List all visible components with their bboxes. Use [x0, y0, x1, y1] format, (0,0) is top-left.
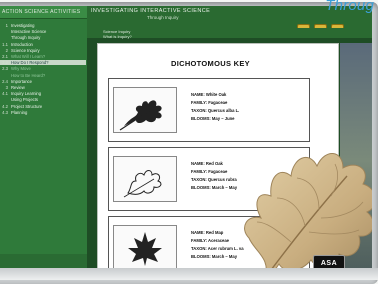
sidebar-item-number: 2.2: [2, 60, 8, 66]
app-title: INVESTIGATING INTERACTIVE SCIENCE: [91, 8, 211, 14]
oak-leaf-icon: [119, 100, 162, 131]
sidebar-item-number: 2.1: [2, 54, 8, 60]
dichotomous-key-title: DICHOTOMOUS KEY: [171, 59, 250, 68]
sidebar-item-label: Introduction: [11, 41, 33, 47]
leaf-name: NAME: White Oak: [191, 92, 227, 97]
sidebar-item-number: 2: [5, 47, 8, 53]
maple-leaf-icon: [128, 232, 162, 266]
sidebar-item-number: 4.3: [2, 109, 8, 115]
leaf-taxon: TAXON: Acer rubrum L. va: [191, 246, 244, 251]
sidebar-item[interactable]: 3 Review: [0, 85, 87, 90]
sidebar-item[interactable]: 2.2 How Do I Respond?: [0, 60, 86, 66]
leaf-info: NAME: Red Oak FAMILY: Fagaceae TAXON: Qu…: [191, 160, 237, 192]
sidebar-item-number: [0, 29, 8, 34]
sidebar-item[interactable]: Through Inquiry: [0, 35, 87, 40]
tagline: Throug: [325, 0, 374, 14]
sidebar-item-label: Project Structure: [11, 103, 43, 109]
leaf-family: FAMILY: Fagaceae: [191, 100, 228, 105]
leaf-taxon: TAXON: Quercus alba L.: [191, 108, 240, 113]
sidebar-item-label: Investigating: [11, 23, 35, 28]
leaf-info: NAME: Red Map FAMILY: Aceraceae TAXON: A…: [191, 229, 244, 261]
sidebar-item-number: 1: [5, 23, 8, 28]
sidebar-item-number: [0, 73, 8, 78]
leaf-taxon: TAXON: Quercus rubra: [191, 177, 237, 182]
leaf-drawing-white-oak: [113, 87, 177, 133]
leaf-card: NAME: White Oak FAMILY: Fagaceae TAXON: …: [108, 78, 310, 142]
leaf-name: NAME: Red Map: [191, 230, 224, 235]
sidebar-item-number: 4.1: [2, 91, 8, 97]
sidebar-item-number: 4.2: [2, 103, 8, 109]
monitor-base: [0, 268, 378, 280]
sidebar-item-number: [0, 35, 8, 40]
sidebar-item[interactable]: 1 Investigating: [0, 23, 87, 28]
sidebar-item-label: Importance: [11, 78, 32, 84]
sidebar-item-label: Inquiry Learning: [11, 91, 42, 97]
sidebar-item[interactable]: 4.1 Inquiry Learning: [0, 91, 87, 96]
leaf-info: NAME: White Oak FAMILY: Fagaceae TAXON: …: [191, 91, 239, 123]
leaf-name: NAME: Red Oak: [191, 161, 223, 166]
breadcrumb-page[interactable]: What is Inquiry?: [103, 34, 132, 39]
monitor: ACTION SCIENCE ACTIVITIES 1 Investigating…: [0, 0, 378, 284]
sidebar-item-label: Science Inquiry: [11, 47, 40, 53]
sidebar-item-label: How to Be Heard?: [11, 72, 46, 78]
sidebar-item-number: 3: [5, 85, 8, 91]
sidebar-item-label: Planning: [11, 109, 28, 115]
sidebar-item[interactable]: 4.3 Planning: [0, 110, 87, 115]
sidebar-item-number: 2.4: [2, 78, 8, 84]
sidebar-list: 1 Investigating Interactive Science Through…: [0, 19, 87, 115]
sidebar-item[interactable]: 2.4 Importance: [0, 79, 87, 84]
sidebar-item[interactable]: 1.1 Introduction: [0, 42, 87, 47]
leaf-drawing-red-oak: [113, 156, 177, 202]
leaf-blooms: BLOOMS: March – May: [191, 185, 238, 190]
sidebar-header: ACTION SCIENCE ACTIVITIES: [0, 6, 87, 19]
sidebar-item-number: [0, 97, 8, 102]
oak-leaf-outline-icon: [123, 170, 162, 198]
sidebar-item-label: Through Inquiry: [11, 35, 41, 41]
sidebar-item-label: Why Move: [11, 66, 31, 72]
sidebar-item-label: Using Projects: [11, 97, 38, 103]
sidebar-item-label: Review: [11, 85, 25, 91]
leaf-blooms: BLOOMS: March – May: [191, 254, 238, 259]
sidebar-item-number: 2.3: [2, 66, 8, 72]
sidebar-item[interactable]: How to Be Heard?: [0, 73, 87, 78]
sidebar-item-number: 1.1: [2, 41, 8, 47]
sidebar-item[interactable]: 2 Science Inquiry: [0, 48, 87, 53]
app-screen: ACTION SCIENCE ACTIVITIES 1 Investigating…: [0, 6, 372, 278]
background-photo: [340, 43, 372, 278]
sidebar-item[interactable]: Interactive Science: [0, 29, 87, 34]
leaf-blooms: BLOOMS: May – June: [191, 116, 235, 121]
sidebar-item-label: How Do I Respond?: [11, 60, 49, 66]
sidebar-item[interactable]: Using Projects: [0, 97, 87, 102]
breadcrumb: Science Inquiry What is Inquiry?: [87, 28, 372, 39]
app-subtitle: Through Inquiry: [147, 15, 179, 20]
leaf-family: FAMILY: Aceraceae: [191, 238, 230, 243]
leaf-family: FAMILY: Fagaceae: [191, 169, 228, 174]
sidebar: ACTION SCIENCE ACTIVITIES 1 Investigating…: [0, 6, 87, 278]
sidebar-item-label: Interactive Science: [11, 29, 47, 35]
sidebar-item[interactable]: 2.3 Why Move: [0, 66, 87, 71]
leaf-drawing-red-maple: [113, 225, 177, 271]
sidebar-item-label: What Will I Learn?: [11, 54, 46, 60]
sidebar-item[interactable]: 4.2 Project Structure: [0, 104, 87, 109]
asa-logo-text: ASA: [320, 259, 338, 267]
content-panel: DICHOTOMOUS KEY NAME: White Oak FAMILY: …: [97, 43, 339, 278]
leaf-card: NAME: Red Oak FAMILY: Fagaceae TAXON: Qu…: [108, 147, 310, 211]
sidebar-item[interactable]: 2.1 What Will I Learn?: [0, 54, 87, 59]
